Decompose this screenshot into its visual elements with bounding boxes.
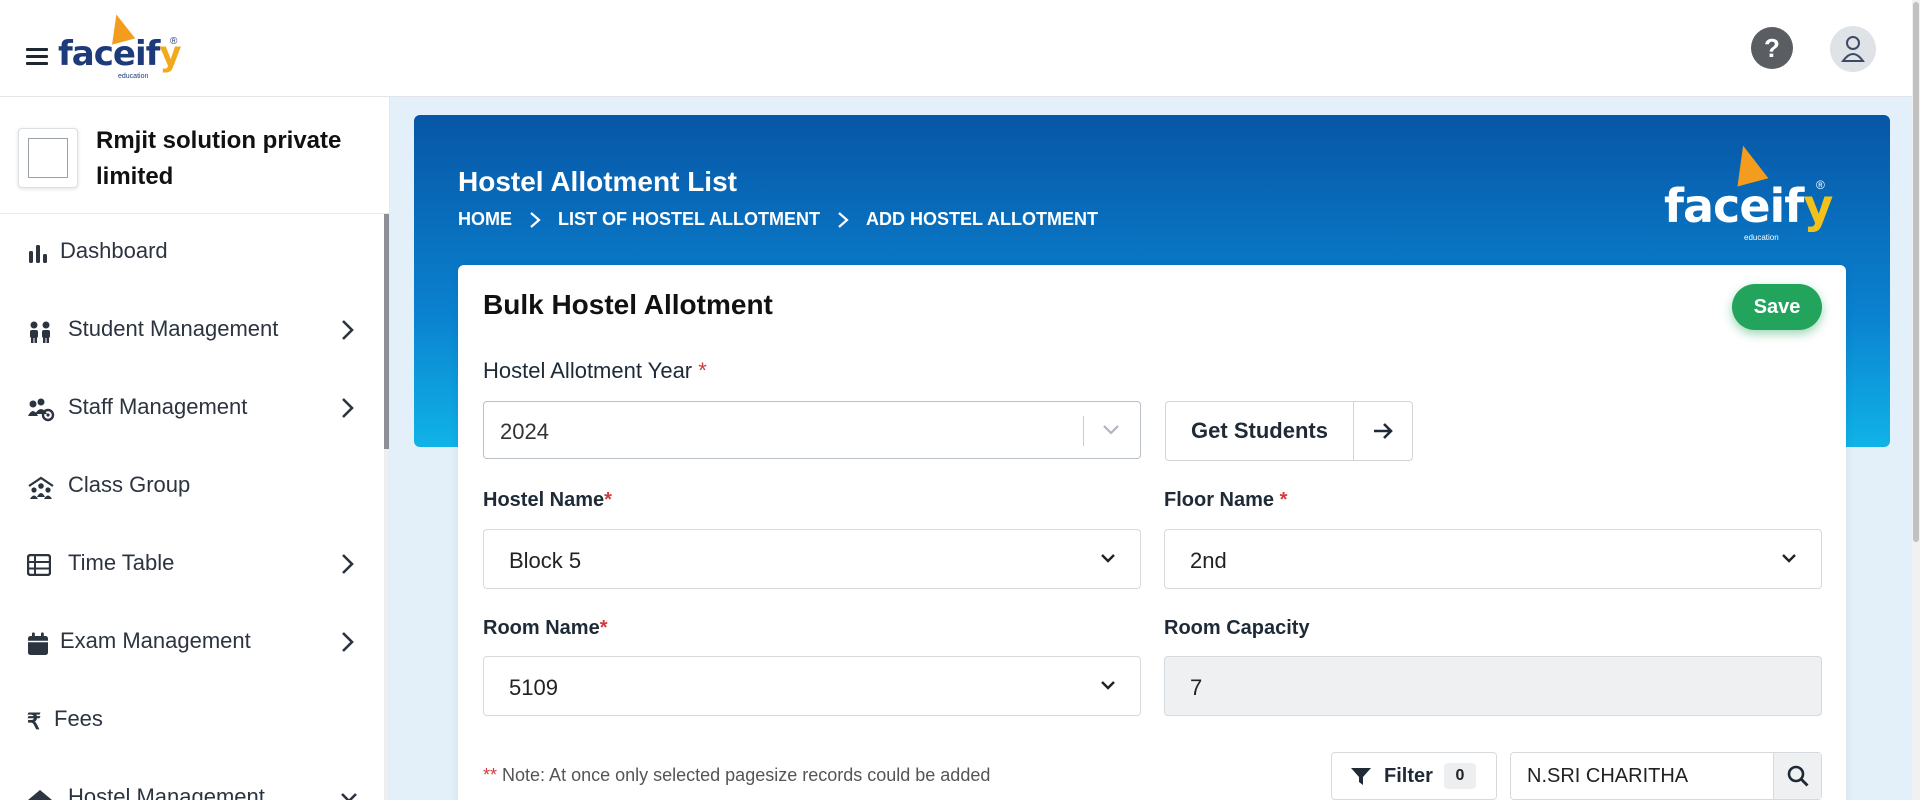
faceify-logo[interactable]: faceify ® education [58, 11, 198, 84]
logo-registered-mark: ® [1816, 178, 1825, 192]
sidebar-item-label: Dashboard [60, 238, 168, 263]
logo-text: faceify [58, 34, 182, 74]
get-students-button[interactable]: Get Students [1165, 401, 1413, 461]
pagesize-note: ** Note: At once only selected pagesize … [483, 765, 991, 785]
organization-name: Rmjit solution private limited [96, 127, 342, 190]
sidebar-item-label: Class Group [68, 472, 191, 497]
get-students-label: Get Students [1166, 402, 1354, 460]
filter-button[interactable]: Filter 0 [1331, 752, 1497, 800]
logo-subtitle: education [1744, 233, 1779, 242]
sidebar-scrollbar[interactable] [384, 214, 389, 800]
sidebar-item-staff-management[interactable]: Staff Management [0, 370, 384, 448]
sidebar-item-dashboard[interactable]: Dashboard [0, 214, 384, 292]
chevron-down-icon [1101, 554, 1115, 563]
breadcrumb-current: ADD HOSTEL ALLOTMENT [865, 209, 1098, 229]
chevron-down-icon [1782, 554, 1796, 563]
sidebar-nav: Dashboard Student Management Staff Manag… [0, 214, 384, 800]
search-button[interactable] [1773, 753, 1821, 799]
breadcrumb: HOME LIST OF HOSTEL ALLOTMENT ADD HOSTEL… [458, 209, 1098, 230]
sidebar-item-class-group[interactable]: Class Group [0, 448, 384, 526]
user-icon [1841, 36, 1865, 62]
hostel-name-value: Block 5 [509, 548, 582, 573]
bar-chart-icon [27, 242, 51, 266]
student-search-box [1510, 752, 1822, 800]
sidebar-item-exam-management[interactable]: Exam Management [0, 604, 384, 682]
help-button[interactable]: ? [1751, 27, 1793, 69]
room-capacity-label: Room Capacity [1164, 617, 1310, 639]
breadcrumb-home[interactable]: HOME [458, 209, 512, 230]
chevron-down-icon [1101, 681, 1115, 690]
sidebar-item-label: Time Table [68, 550, 175, 575]
breadcrumb-list[interactable]: LIST OF HOSTEL ALLOTMENT [558, 209, 820, 230]
organization-logo [18, 128, 78, 188]
save-button[interactable]: Save [1732, 284, 1822, 330]
rupee-icon: ₹ [27, 709, 41, 734]
faceify-banner-logo: faceify ® education [1664, 141, 1833, 245]
card-title: Bulk Hostel Allotment [483, 289, 773, 320]
floor-name-value: 2nd [1190, 548, 1227, 573]
bulk-allotment-card: Bulk Hostel Allotment Save Hostel Allotm… [458, 265, 1846, 800]
hamburger-menu-icon[interactable] [26, 48, 48, 66]
room-capacity-field: 7 [1164, 656, 1822, 716]
chevron-right-icon [340, 396, 358, 422]
chevron-right-icon [340, 630, 358, 656]
calendar-icon [27, 632, 51, 656]
hostel-name-select[interactable]: Block 5 [483, 529, 1141, 589]
chevron-right-icon [838, 211, 849, 228]
sidebar-item-label: Hostel Management [68, 784, 265, 800]
room-name-label: Room Name* [483, 617, 608, 639]
filter-label: Filter [1384, 765, 1433, 787]
year-select[interactable]: 2024 [483, 401, 1141, 459]
student-search-input[interactable] [1511, 753, 1773, 799]
chevron-down-icon [340, 786, 358, 800]
search-icon [1787, 765, 1808, 787]
sidebar: Rmjit solution private limited Dashboard… [0, 97, 390, 800]
sidebar-item-label: Fees [54, 706, 103, 731]
sidebar-item-fees[interactable]: ₹ Fees [0, 682, 384, 760]
floor-name-label: Floor Name * [1164, 489, 1288, 511]
logo-registered-mark: ® [170, 36, 178, 47]
sidebar-item-label: Staff Management [68, 394, 248, 419]
chevron-right-icon [340, 552, 358, 578]
room-name-select[interactable]: 5109 [483, 656, 1141, 716]
filter-icon [1351, 768, 1371, 785]
table-icon [26, 553, 52, 578]
logo-subtitle: education [118, 73, 149, 80]
year-label: Hostel Allotment Year * [483, 358, 707, 383]
chevron-right-icon [530, 211, 541, 228]
organization-header: Rmjit solution private limited [0, 97, 389, 214]
logo-text: faceify [1664, 179, 1833, 233]
filter-count-badge: 0 [1444, 763, 1476, 789]
year-value: 2024 [500, 419, 549, 444]
top-bar: faceify ® education ? [0, 0, 1920, 97]
sidebar-item-label: Exam Management [60, 628, 251, 653]
room-capacity-value: 7 [1190, 675, 1203, 700]
hostel-name-label: Hostel Name* [483, 489, 612, 511]
sidebar-item-time-table[interactable]: Time Table [0, 526, 384, 604]
user-avatar[interactable] [1830, 26, 1876, 72]
class-group-icon [27, 476, 54, 500]
room-name-value: 5109 [509, 675, 558, 700]
staff-icon [27, 398, 55, 422]
hostel-icon [27, 788, 52, 800]
sidebar-item-label: Student Management [68, 316, 279, 341]
floor-name-select[interactable]: 2nd [1164, 529, 1822, 589]
sidebar-item-student-management[interactable]: Student Management [0, 292, 384, 370]
page-scrollbar[interactable] [1912, 0, 1920, 800]
arrow-right-icon [1354, 402, 1412, 460]
chevron-right-icon [340, 318, 358, 344]
select-divider [1083, 416, 1084, 446]
students-icon [27, 320, 51, 344]
chevron-down-icon [1103, 425, 1119, 435]
page-title: Hostel Allotment List [458, 166, 737, 197]
sidebar-item-hostel-management[interactable]: Hostel Management [0, 760, 384, 800]
